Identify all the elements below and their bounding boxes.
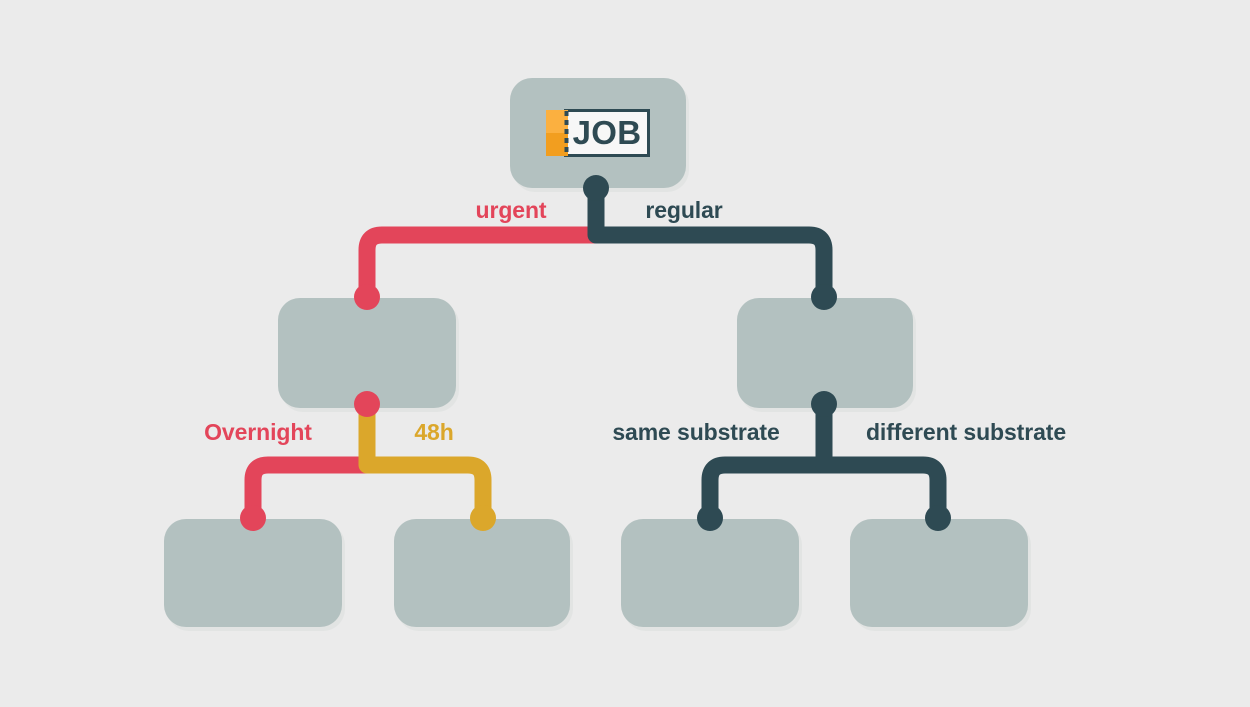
decision-tree-canvas: JOB urgent regular Overnight 48h same su… (164, 78, 1066, 631)
connector-dot-regular-bottom (811, 391, 837, 417)
connector-dot-root (583, 175, 609, 201)
connector-dot-overnight (240, 505, 266, 531)
connector-dot-48h (470, 505, 496, 531)
edge-label-different-substrate: different substrate (866, 419, 1066, 445)
node-box-different-substrate[interactable] (850, 519, 1028, 627)
job-ticket-icon: JOB (546, 109, 650, 157)
node-box-overnight[interactable] (164, 519, 342, 627)
node-box-48h[interactable] (394, 519, 570, 627)
decision-tree-diagram: JOB urgent regular Overnight 48h same su… (0, 0, 1250, 707)
edge-label-same-substrate: same substrate (612, 419, 779, 445)
connector-dot-different-substrate (925, 505, 951, 531)
node-box-same-substrate[interactable] (621, 519, 799, 627)
edge-label-48h: 48h (414, 419, 453, 445)
connector-dot-regular-top (811, 284, 837, 310)
connector-dot-urgent-bottom (354, 391, 380, 417)
node-boxes-layer (164, 78, 1031, 631)
job-ticket-stub-dark (546, 133, 568, 156)
edge-label-overnight: Overnight (204, 419, 312, 445)
connector-dot-same-substrate (697, 505, 723, 531)
edge-label-urgent: urgent (476, 197, 547, 223)
job-ticket-label: JOB (573, 114, 642, 151)
edge-label-regular: regular (645, 197, 722, 223)
connector-dot-urgent-top (354, 284, 380, 310)
